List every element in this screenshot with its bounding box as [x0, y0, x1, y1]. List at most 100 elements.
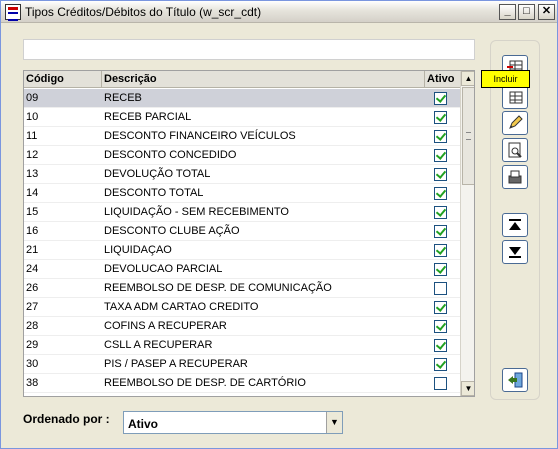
app-icon [5, 4, 21, 21]
modify-button[interactable] [502, 111, 528, 135]
ordering-select[interactable]: Ativo ▼ [123, 411, 343, 434]
table-row[interactable]: 13 DEVOLUÇÃO TOTAL [24, 165, 460, 184]
table-row[interactable]: 29 CSLL A RECUPERAR [24, 336, 460, 355]
ativo-checkbox[interactable] [434, 301, 447, 314]
cell-codigo: 16 [26, 225, 39, 237]
table-row[interactable]: 24 DEVOLUCAO PARCIAL [24, 260, 460, 279]
cell-codigo: 27 [26, 301, 39, 313]
cell-descricao: DEVOLUÇÃO TOTAL [104, 168, 211, 180]
exit-button[interactable] [502, 368, 528, 392]
ativo-checkbox[interactable] [434, 244, 447, 257]
cell-descricao: CSLL A RECUPERAR [104, 339, 213, 351]
cell-descricao: DESCONTO CLUBE AÇÃO [104, 225, 240, 237]
cell-codigo: 15 [26, 206, 39, 218]
cell-descricao: LIQUIDAÇÃO - SEM RECEBIMENTO [104, 206, 289, 218]
ativo-checkbox[interactable] [434, 206, 447, 219]
filter-input[interactable] [23, 39, 475, 60]
scroll-up-button[interactable]: ▲ [461, 71, 474, 86]
tooltip: Incluir [481, 70, 530, 88]
data-grid: Código Descrição Ativo 09 RECEB 10 RECEB PA… [23, 70, 475, 397]
close-button[interactable]: ✕ [538, 4, 555, 20]
cell-descricao: REEMBOLSO DE DESP. DE COMUNICAÇÃO [104, 282, 332, 294]
cell-descricao: REEMBOLSO DE DESP. DE CARTÓRIO [104, 377, 306, 389]
cell-codigo: 13 [26, 168, 39, 180]
cell-codigo: 29 [26, 339, 39, 351]
print-button[interactable] [502, 165, 528, 189]
cell-descricao: DESCONTO FINANCEIRO VEÍCULOS [104, 130, 296, 142]
move-up-icon [509, 219, 521, 230]
cell-codigo: 12 [26, 149, 39, 161]
ativo-checkbox[interactable] [434, 168, 447, 181]
table-row[interactable]: 21 LIQUIDAÇAO [24, 241, 460, 260]
cell-descricao: DESCONTO TOTAL [104, 187, 204, 199]
cell-descricao: RECEB PARCIAL [104, 111, 192, 123]
maximize-button[interactable]: □ [518, 4, 535, 20]
table-row[interactable]: 26 REEMBOLSO DE DESP. DE COMUNICAÇÃO [24, 279, 460, 298]
ordering-selected-value: Ativo [128, 417, 158, 431]
column-header-descricao[interactable]: Descrição [104, 73, 157, 85]
ativo-checkbox[interactable] [434, 111, 447, 124]
edit-grid-icon [509, 91, 523, 104]
move-down-icon [509, 247, 521, 258]
column-divider[interactable] [424, 71, 425, 88]
table-row[interactable]: 11 DESCONTO FINANCEIRO VEÍCULOS [24, 127, 460, 146]
edit-button[interactable] [502, 85, 528, 109]
title-bar[interactable]: Tipos Créditos/Débitos do Título (w_scr_… [1, 1, 557, 23]
scroll-down-button[interactable]: ▼ [461, 381, 474, 396]
table-row[interactable]: 16 DESCONTO CLUBE AÇÃO [24, 222, 460, 241]
cell-codigo: 26 [26, 282, 39, 294]
ordering-label: Ordenado por : [23, 412, 110, 426]
column-divider[interactable] [101, 71, 102, 88]
cell-codigo: 30 [26, 358, 39, 370]
table-row[interactable]: 38 REEMBOLSO DE DESP. DE CARTÓRIO [24, 374, 460, 393]
cell-descricao: TAXA ADM CARTAO CREDITO [104, 301, 259, 313]
table-row[interactable]: 10 RECEB PARCIAL [24, 108, 460, 127]
print-icon [508, 170, 522, 184]
column-header-ativo[interactable]: Ativo [427, 73, 455, 85]
scroll-thumb[interactable] [462, 87, 474, 185]
table-row[interactable]: 27 TAXA ADM CARTAO CREDITO [24, 298, 460, 317]
exit-door-icon [508, 372, 523, 388]
cell-descricao: LIQUIDAÇAO [104, 244, 172, 256]
cell-descricao: DESCONTO CONCEDIDO [104, 149, 237, 161]
cell-descricao: PIS / PASEP A RECUPERAR [104, 358, 248, 370]
cell-descricao: RECEB [104, 92, 142, 104]
cell-codigo: 21 [26, 244, 39, 256]
grid-header: Código Descrição Ativo [24, 71, 460, 88]
ativo-checkbox[interactable] [434, 377, 447, 390]
print-preview-icon [508, 142, 522, 158]
minimize-button[interactable]: _ [499, 4, 516, 20]
cell-descricao: DEVOLUCAO PARCIAL [104, 263, 223, 275]
cell-codigo: 28 [26, 320, 39, 332]
move-up-button[interactable] [502, 213, 528, 237]
ativo-checkbox[interactable] [434, 149, 447, 162]
table-row[interactable]: 14 DESCONTO TOTAL [24, 184, 460, 203]
chevron-down-icon[interactable]: ▼ [326, 412, 342, 433]
table-row[interactable]: 15 LIQUIDAÇÃO - SEM RECEBIMENTO [24, 203, 460, 222]
ativo-checkbox[interactable] [434, 130, 447, 143]
table-row[interactable]: 28 COFINS A RECUPERAR [24, 317, 460, 336]
column-header-codigo[interactable]: Código [26, 73, 64, 85]
ativo-checkbox[interactable] [434, 92, 447, 105]
ativo-checkbox[interactable] [434, 358, 447, 371]
ativo-checkbox[interactable] [434, 282, 447, 295]
table-row[interactable]: 09 RECEB [24, 89, 460, 108]
cell-codigo: 14 [26, 187, 39, 199]
table-row[interactable]: 12 DESCONTO CONCEDIDO [24, 146, 460, 165]
ativo-checkbox[interactable] [434, 187, 447, 200]
ativo-checkbox[interactable] [434, 320, 447, 333]
table-row[interactable]: 30 PIS / PASEP A RECUPERAR [24, 355, 460, 374]
cell-codigo: 10 [26, 111, 39, 123]
cell-codigo: 09 [26, 92, 39, 104]
cell-codigo: 11 [26, 130, 38, 142]
ativo-checkbox[interactable] [434, 263, 447, 276]
ativo-checkbox[interactable] [434, 225, 447, 238]
ativo-checkbox[interactable] [434, 339, 447, 352]
cell-codigo: 24 [26, 263, 39, 275]
preview-button[interactable] [502, 138, 528, 162]
cell-codigo: 38 [26, 377, 39, 389]
grid-rows: 09 RECEB 10 RECEB PARCIAL 11 DESCONTO FINANCE… [24, 89, 460, 393]
window-title: Tipos Créditos/Débitos do Título (w_scr_… [25, 5, 262, 19]
move-down-button[interactable] [502, 240, 528, 264]
vertical-scrollbar[interactable]: ▲ ▼ [460, 71, 474, 396]
